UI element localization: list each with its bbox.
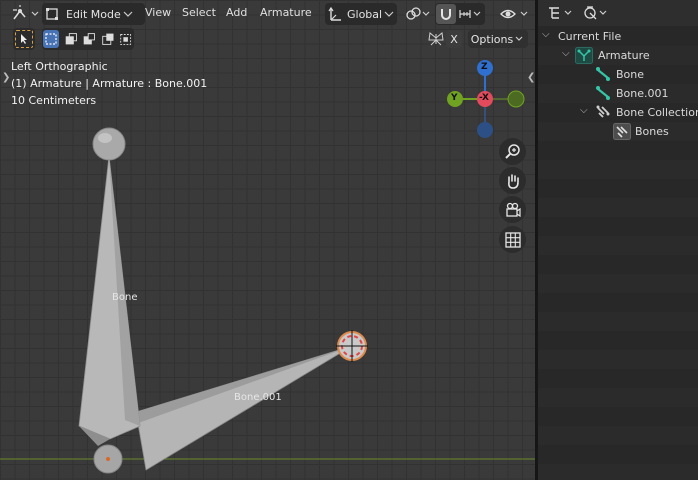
3d-viewport[interactable]: Edit Mode View Select Add Armature Globa… [0, 0, 535, 480]
gizmo-z-label: Z [481, 62, 488, 72]
bone-001[interactable] [130, 345, 353, 471]
tree-label: Armature [598, 49, 650, 62]
tree-label: Bone.001 [616, 87, 669, 100]
pan-button[interactable] [499, 167, 526, 194]
gizmo-y-label: Y [451, 93, 458, 103]
tree-row-bone-001[interactable]: Bone.001 [538, 84, 698, 103]
bone-collection-icon [613, 123, 631, 140]
root-joint[interactable] [93, 444, 123, 474]
tree-label: Bone Collections [616, 106, 698, 119]
bone-collections-icon [596, 105, 610, 118]
camera-view-button[interactable] [499, 196, 526, 223]
bone-001-label: Bone.001 [234, 392, 282, 403]
tree-row-current-file[interactable]: ⌵ Current File [538, 27, 698, 46]
chevron-down-icon[interactable]: ⌵ [542, 29, 550, 40]
tree-row-bone[interactable]: Bone [538, 65, 698, 84]
zoom-icon [504, 143, 520, 159]
gizmo-x-label: -X [479, 93, 489, 103]
chevron-down-icon[interactable]: ⌵ [580, 105, 588, 116]
outliner-list-icon [549, 7, 572, 19]
bone-icon [596, 67, 610, 81]
outliner-editor-type-button[interactable] [546, 3, 578, 23]
grid-icon [504, 231, 521, 248]
outliner-panel: ⌵ Current File ⌵ Armature Bone Bone.001 … [538, 0, 698, 480]
hand-icon [507, 173, 519, 189]
outliner-header [538, 0, 698, 26]
tree-row-bones[interactable]: Bones [538, 122, 698, 141]
tree-label: Current File [558, 30, 622, 43]
camera-icon [505, 202, 521, 217]
perspective-toggle-button[interactable] [499, 226, 526, 253]
tree-row-armature[interactable]: ⌵ Armature [538, 46, 698, 65]
bone-icon [596, 86, 610, 100]
zoom-button[interactable] [499, 138, 526, 165]
gizmo-neg-y-handle [507, 90, 525, 108]
bone-label: Bone [112, 292, 138, 303]
chevron-down-icon[interactable]: ⌵ [562, 48, 570, 59]
gizmo-neg-z-handle [477, 122, 493, 138]
tree-row-bone-collections[interactable]: ⌵ Bone Collections [538, 103, 698, 122]
tree-label: Bones [635, 125, 669, 138]
display-filter-icon [584, 6, 607, 20]
3d-cursor-icon [336, 330, 368, 362]
bone-tail-joint[interactable] [92, 127, 126, 161]
display-mode-dropdown[interactable] [582, 3, 612, 23]
tree-label: Bone [616, 68, 645, 81]
outliner-tree: ⌵ Current File ⌵ Armature Bone Bone.001 … [538, 27, 698, 480]
armature-icon [575, 47, 593, 64]
